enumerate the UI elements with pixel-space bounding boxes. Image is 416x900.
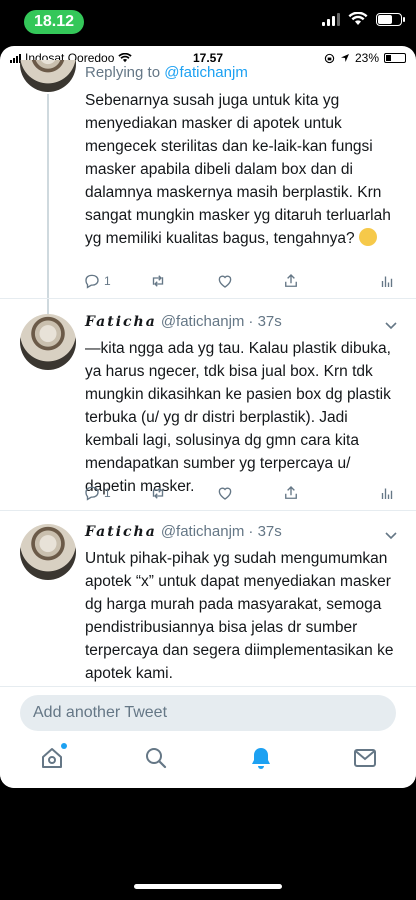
- tweet-time: · 37s: [248, 523, 282, 540]
- avatar[interactable]: [20, 314, 76, 370]
- heart-icon: [218, 487, 232, 500]
- share-icon: [285, 486, 297, 499]
- divider: [0, 298, 416, 299]
- twitter-thread-screen: Indosat Ooredoo 17.57 23% Replying to @f…: [0, 46, 416, 788]
- analytics-button[interactable]: [378, 484, 396, 502]
- tweet-header: Faticha @fatichanjm · 37s: [85, 523, 282, 540]
- tab-notifications[interactable]: [248, 745, 274, 771]
- retweet-button[interactable]: [149, 272, 167, 290]
- thread-feed[interactable]: Replying to @fatichanjm Sebenarnya susah…: [0, 60, 416, 726]
- analytics-icon: [381, 276, 393, 287]
- reply-button[interactable]: 1: [83, 272, 111, 290]
- outer-time: 18.12: [24, 10, 84, 34]
- phone-status-bar: 18.12: [0, 0, 416, 44]
- tweet-actions: 1: [83, 272, 398, 292]
- replying-to-handle[interactable]: @fatichanjm: [164, 64, 248, 81]
- like-button[interactable]: [216, 272, 234, 290]
- compose-bar: Add another Tweet: [0, 686, 416, 738]
- display-name[interactable]: Faticha: [85, 524, 157, 540]
- tweet-time: · 37s: [248, 313, 282, 330]
- reply-count: 1: [104, 274, 111, 288]
- cellular-signal-icon: [322, 12, 340, 26]
- reply-button[interactable]: 1: [83, 484, 111, 502]
- tweet[interactable]: Faticha @fatichanjm · 37s —kita ngga ada…: [0, 300, 416, 512]
- new-content-dot: [61, 743, 67, 749]
- share-button[interactable]: [282, 484, 300, 502]
- tab-home[interactable]: [39, 743, 67, 771]
- tweet-actions: 1: [83, 484, 398, 504]
- share-button[interactable]: [282, 272, 300, 290]
- home-icon: [42, 748, 62, 768]
- share-icon: [285, 274, 297, 287]
- avatar[interactable]: [20, 524, 76, 580]
- retweet-icon: [152, 487, 164, 499]
- retweet-button[interactable]: [149, 484, 167, 502]
- user-handle[interactable]: @fatichanjm: [161, 523, 245, 540]
- tweet[interactable]: Replying to @fatichanjm Sebenarnya susah…: [0, 60, 416, 322]
- replying-to: Replying to @fatichanjm: [85, 64, 248, 81]
- retweet-icon: [152, 275, 164, 287]
- thread-connector-line: [47, 94, 49, 322]
- tweet-body: Sebenarnya susah juga untuk kita yg meny…: [85, 92, 391, 247]
- reply-icon: [85, 274, 99, 289]
- heart-icon: [218, 275, 232, 288]
- display-name[interactable]: Faticha: [85, 314, 157, 330]
- messages-icon: [354, 749, 376, 767]
- battery-icon: [376, 12, 405, 26]
- chevron-down-icon[interactable]: [384, 528, 398, 542]
- thinking-face-emoji-icon: [359, 228, 377, 246]
- tweet-body: Untuk pihak-pihak yg sudah mengumumkan a…: [85, 550, 394, 682]
- add-tweet-input[interactable]: Add another Tweet: [20, 695, 396, 731]
- bottom-tab-bar: [0, 738, 416, 788]
- analytics-icon: [381, 488, 393, 499]
- analytics-button[interactable]: [378, 272, 396, 290]
- search-icon: [146, 748, 167, 769]
- user-handle[interactable]: @fatichanjm: [161, 313, 245, 330]
- home-indicator[interactable]: [134, 884, 282, 889]
- tweet-body: —kita ngga ada yg tau. Kalau plastik dib…: [85, 340, 391, 495]
- tab-search[interactable]: [143, 745, 169, 771]
- reply-icon: [85, 486, 99, 501]
- chevron-down-icon[interactable]: [384, 318, 398, 332]
- avatar[interactable]: [20, 60, 76, 92]
- tab-messages[interactable]: [352, 745, 378, 771]
- like-button[interactable]: [216, 484, 234, 502]
- wifi-icon: [348, 12, 368, 25]
- reply-count: 1: [104, 486, 111, 500]
- notifications-icon: [252, 748, 270, 769]
- tweet-header: Faticha @fatichanjm · 37s: [85, 313, 282, 330]
